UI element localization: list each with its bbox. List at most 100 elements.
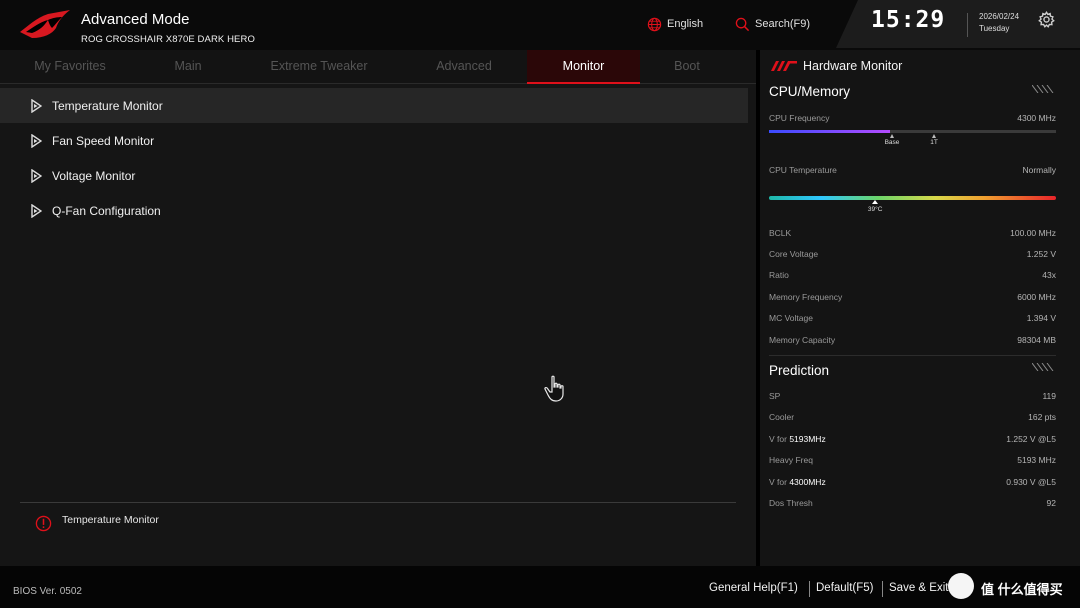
row-mc-voltage: MC Voltage 1.394 V xyxy=(769,313,1056,327)
clock-time[interactable]: 15:29 xyxy=(871,7,945,33)
triangle-right-icon xyxy=(31,168,42,183)
language-label: English xyxy=(667,18,704,30)
menu-item-label: Q-Fan Configuration xyxy=(52,203,161,218)
row-label: Dos Thresh xyxy=(769,498,813,508)
section-title-cpu-memory: CPU/Memory xyxy=(769,84,851,99)
1t-marker-label: 1T xyxy=(930,139,938,146)
row-cpu-frequency: CPU Frequency 4300 MHz xyxy=(769,113,1056,127)
menu-item-fan-speed-monitor[interactable]: Fan Speed Monitor xyxy=(0,123,748,158)
triangle-right-icon xyxy=(31,203,42,218)
globe-icon xyxy=(647,17,662,31)
rog-eye-logo xyxy=(20,10,70,38)
bios-version: BIOS Ver. 0502 xyxy=(13,586,82,597)
menu-item-q-fan-configuration[interactable]: Q-Fan Configuration xyxy=(0,193,748,228)
bottom-bar: BIOS Ver. 0502 General Help(F1) Default(… xyxy=(0,566,1080,608)
row-value: 5193 MHz xyxy=(1017,455,1056,465)
gear-icon[interactable] xyxy=(1038,11,1055,28)
info-icon xyxy=(35,515,52,532)
row-label: CPU Temperature xyxy=(769,165,837,175)
row-label-freq: 5193MHz xyxy=(789,434,826,444)
hardware-monitor-panel: Hardware Monitor CPU/Memory CPU Frequenc… xyxy=(760,50,1080,566)
help-description: Temperature Monitor xyxy=(62,514,159,526)
motherboard-model: ROG CROSSHAIR X870E DARK HERO xyxy=(81,34,255,45)
hardware-monitor-title: Hardware Monitor xyxy=(803,59,903,73)
row-v-for-4300: V for 4300MHz 0.930 V @L5 xyxy=(769,477,1056,491)
cpu-temperature-bar xyxy=(769,196,1056,200)
cpu-frequency-bar: Base 1T xyxy=(769,130,1056,146)
row-label: MC Voltage xyxy=(769,313,813,323)
tab-advanced[interactable]: Advanced xyxy=(414,50,514,84)
watermark-text: 值 什么值得买 xyxy=(981,582,1063,597)
cpu-frequency-bar-fill xyxy=(769,130,890,133)
row-value: 162 pts xyxy=(1028,412,1056,422)
hatch-icon xyxy=(1032,363,1054,371)
page-title: Advanced Mode xyxy=(81,11,190,28)
top-bar: Advanced Mode ROG CROSSHAIR X870E DARK H… xyxy=(0,0,1080,50)
row-value: 100.00 MHz xyxy=(1010,228,1056,238)
divider xyxy=(809,581,810,597)
row-label: CPU Frequency xyxy=(769,113,830,123)
tab-my-favorites[interactable]: My Favorites xyxy=(14,50,126,84)
row-value: 119 xyxy=(1042,391,1056,401)
menu-item-voltage-monitor[interactable]: Voltage Monitor xyxy=(0,158,748,193)
row-label: SP xyxy=(769,391,781,401)
row-label: Cooler xyxy=(769,412,795,422)
row-label: Memory Frequency xyxy=(769,292,843,302)
main-panel: My Favorites Main Extreme Tweaker Advanc… xyxy=(0,50,756,566)
default-button[interactable]: Default(F5) xyxy=(816,582,874,594)
row-label-freq: 4300MHz xyxy=(789,477,826,487)
save-exit-button[interactable]: Save & Exit xyxy=(889,582,948,594)
row-memory-capacity: Memory Capacity 98304 MB xyxy=(769,335,1056,349)
tab-monitor[interactable]: Monitor xyxy=(527,50,640,84)
language-selector[interactable]: English xyxy=(647,15,703,33)
row-label-prefix: V for xyxy=(769,434,790,444)
row-value: 43x xyxy=(1042,270,1056,280)
row-label: V for 5193MHz xyxy=(769,434,826,444)
row-value: 1.252 V @L5 xyxy=(1006,434,1056,444)
triangle-right-icon xyxy=(31,98,42,113)
row-memory-frequency: Memory Frequency 6000 MHz xyxy=(769,292,1056,306)
row-dos-thresh: Dos Thresh 92 xyxy=(769,498,1056,512)
row-label: Ratio xyxy=(769,270,789,280)
row-label: Heavy Freq xyxy=(769,455,813,465)
row-cooler: Cooler 162 pts xyxy=(769,412,1056,426)
row-value: 98304 MB xyxy=(1017,335,1056,345)
search-label: Search(F9) xyxy=(755,18,811,30)
menu-item-label: Temperature Monitor xyxy=(52,98,163,113)
row-v-for-5193: V for 5193MHz 1.252 V @L5 xyxy=(769,434,1056,448)
row-value: Normally xyxy=(1022,165,1056,175)
general-help-button[interactable]: General Help(F1) xyxy=(709,582,798,594)
tab-bar: My Favorites Main Extreme Tweaker Advanc… xyxy=(0,50,756,84)
row-value: 0.930 V @L5 xyxy=(1006,477,1056,487)
tab-extreme-tweaker[interactable]: Extreme Tweaker xyxy=(254,50,384,84)
row-heavy-freq: Heavy Freq 5193 MHz xyxy=(769,455,1056,469)
row-label: Memory Capacity xyxy=(769,335,836,345)
row-core-voltage: Core Voltage 1.252 V xyxy=(769,249,1056,263)
row-label: Core Voltage xyxy=(769,249,819,259)
hand-cursor-icon xyxy=(544,375,564,402)
section-title-prediction: Prediction xyxy=(769,363,830,378)
menu-item-temperature-monitor[interactable]: Temperature Monitor xyxy=(0,88,748,123)
row-sp: SP 119 xyxy=(769,391,1056,405)
hatch-icon xyxy=(1032,85,1054,93)
row-cpu-temperature: CPU Temperature Normally xyxy=(769,165,1056,179)
clock-day: Tuesday xyxy=(979,24,1010,33)
divider xyxy=(967,13,968,37)
1t-marker xyxy=(932,134,936,138)
monitor-stripes-icon xyxy=(771,61,797,71)
search-button[interactable]: Search(F9) xyxy=(735,15,810,33)
temperature-reading: 39°C xyxy=(867,206,883,213)
divider xyxy=(882,581,883,597)
row-value: 1.252 V xyxy=(1026,249,1056,259)
tab-boot[interactable]: Boot xyxy=(652,50,722,84)
menu-item-label: Voltage Monitor xyxy=(52,168,136,183)
clock-date: 2026/02/24 xyxy=(979,12,1020,21)
base-marker xyxy=(890,134,894,138)
search-icon xyxy=(735,17,750,31)
row-label: BCLK xyxy=(769,228,792,238)
row-bclk: BCLK 100.00 MHz xyxy=(769,228,1056,242)
row-label: V for 4300MHz xyxy=(769,477,826,487)
row-label-prefix: V for xyxy=(769,477,790,487)
tab-main[interactable]: Main xyxy=(150,50,226,84)
triangle-right-icon xyxy=(31,133,42,148)
